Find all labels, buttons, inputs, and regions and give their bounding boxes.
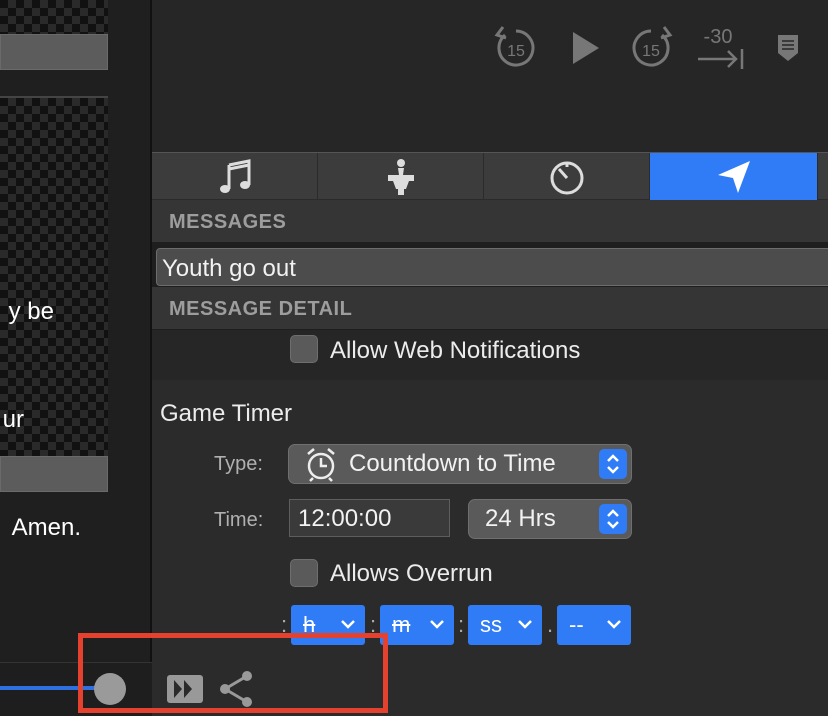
web-notifications-row: Allow Web Notifications xyxy=(152,330,828,380)
time-input[interactable]: 12:00:00 xyxy=(289,499,450,537)
transport-bar: 15 15 -30 xyxy=(152,0,828,152)
lyrics-line: Amen. xyxy=(11,514,81,541)
inspector-tabs xyxy=(152,152,828,201)
minutes-format-select[interactable]: m xyxy=(380,605,454,645)
chevron-down-icon xyxy=(430,620,444,629)
tab-props[interactable] xyxy=(318,153,484,201)
slide-lyrics-text: y be ur Amen. xyxy=(0,222,108,618)
messages-header: MESSAGES xyxy=(152,200,828,242)
slide-preview-column: y be ur Amen. xyxy=(0,0,150,716)
forward-15-button[interactable]: 15 xyxy=(626,22,676,74)
rewind-label: 15 xyxy=(507,43,525,60)
chevron-down-icon xyxy=(607,620,621,629)
lyrics-line: ur xyxy=(2,406,24,433)
forward-15-icon: 15 xyxy=(632,26,673,67)
alarm-clock-icon xyxy=(307,448,335,482)
rewind-15-button[interactable]: 15 xyxy=(492,22,540,74)
subseconds-format-value: -- xyxy=(569,612,584,637)
play-icon xyxy=(573,32,599,64)
tab-messages[interactable] xyxy=(650,153,818,201)
tab-audio[interactable] xyxy=(152,153,318,201)
token-name: Game Timer xyxy=(160,400,293,427)
allows-overrun-label: Allows Overrun xyxy=(330,560,493,587)
notes-icon xyxy=(778,35,798,61)
slide-label-bar[interactable] xyxy=(0,34,108,70)
rewind-15-icon: 15 xyxy=(494,26,535,67)
play-button[interactable] xyxy=(562,22,608,74)
forward-label: 15 xyxy=(642,43,660,60)
timer-type-select[interactable]: Countdown to Time xyxy=(288,444,632,484)
seconds-format-value: ss xyxy=(480,612,502,637)
allow-web-notifications-checkbox[interactable] xyxy=(290,335,318,363)
jump-back-30-button[interactable]: -30 xyxy=(694,22,746,74)
chevron-down-icon xyxy=(341,620,355,629)
allows-overrun-checkbox[interactable] xyxy=(290,559,318,587)
minutes-format-value: m xyxy=(392,612,411,637)
highlight-annotation xyxy=(78,633,388,713)
music-note-icon xyxy=(219,159,250,193)
send-icon xyxy=(717,161,750,193)
clock-format-select[interactable]: 24 Hrs xyxy=(468,499,632,539)
clock-format-value: 24 Hrs xyxy=(485,505,556,532)
notes-button[interactable] xyxy=(772,22,804,74)
format-separator: : xyxy=(458,612,465,637)
tab-timers[interactable] xyxy=(484,153,650,201)
chevron-updown-icon xyxy=(599,504,627,534)
slide-label-bar[interactable] xyxy=(0,456,108,492)
subseconds-format-select[interactable]: -- xyxy=(557,605,631,645)
chevron-down-icon xyxy=(518,620,532,629)
timer-type-value: Countdown to Time xyxy=(349,450,556,477)
time-label: Time: xyxy=(214,509,264,531)
message-detail-header: MESSAGE DETAIL xyxy=(152,287,828,329)
allow-web-notifications-label: Allow Web Notifications xyxy=(330,337,581,364)
jump-30-icon: -30 xyxy=(698,26,744,69)
slide-thumbnail-top[interactable] xyxy=(0,0,108,34)
jump-label: -30 xyxy=(704,26,733,48)
app-window: y be ur Amen. 15 15 -30 MESSAGES Youth g… xyxy=(0,0,828,716)
type-label: Type: xyxy=(214,453,263,475)
timer-icon xyxy=(550,161,583,195)
lyrics-line: y be xyxy=(8,298,54,325)
seconds-format-select[interactable]: ss xyxy=(468,605,542,645)
format-separator: . xyxy=(547,612,554,637)
message-list-item[interactable]: Youth go out xyxy=(156,248,828,286)
podium-icon xyxy=(387,159,414,195)
chevron-updown-icon xyxy=(599,449,627,479)
